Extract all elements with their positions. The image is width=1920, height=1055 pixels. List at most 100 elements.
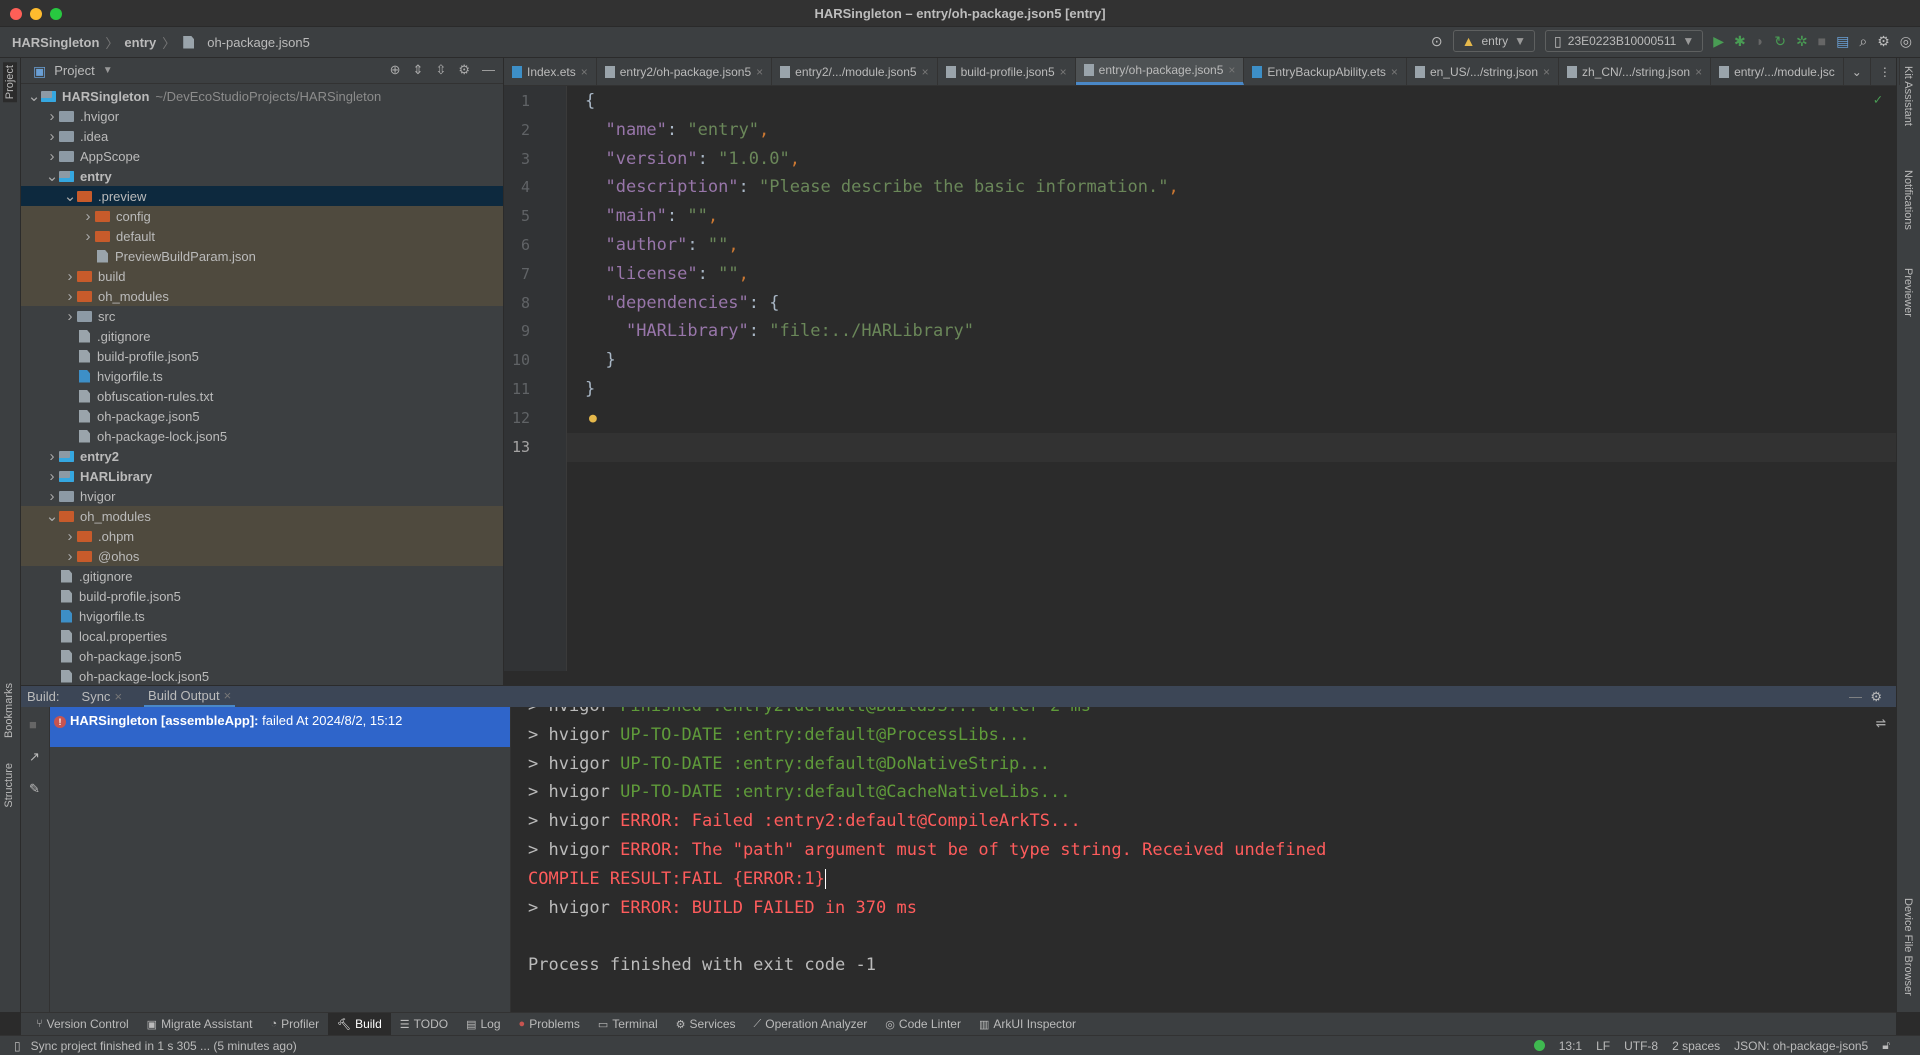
tree-item[interactable]: .gitignore [21, 326, 503, 346]
tree-item[interactable]: local.properties [21, 626, 503, 646]
chevron-right-icon[interactable]: › [45, 148, 59, 165]
tree-item[interactable]: ⌄ .preview [21, 186, 503, 206]
editor-tab[interactable]: entry/.../module.jsc [1711, 58, 1844, 85]
kit-assistant-button[interactable]: Kit Assistant [1902, 66, 1914, 126]
close-tab-icon[interactable]: × [756, 65, 763, 79]
chevron-down-icon[interactable]: ⌄ [27, 87, 41, 105]
chevron-right-icon[interactable]: › [63, 288, 77, 305]
health-indicator-icon[interactable] [1533, 1040, 1545, 1051]
tool-window-arkui-inspector[interactable]: ▥ ArkUI Inspector [970, 1013, 1085, 1036]
tree-item[interactable]: › .idea [21, 126, 503, 146]
tool-window-log[interactable]: ▤ Log [457, 1013, 509, 1036]
gear-icon[interactable]: ⚙ [1877, 34, 1890, 48]
gear-icon[interactable]: ⚙ [1870, 689, 1882, 705]
tree-item[interactable]: › oh_modules [21, 286, 503, 306]
intention-bulb-icon[interactable]: ● [589, 411, 597, 426]
status-message[interactable]: Sync project finished in 1 s 305 ... (5 … [31, 1039, 297, 1053]
hide-icon[interactable]: — [482, 62, 495, 78]
tree-item[interactable]: build-profile.json5 [21, 346, 503, 366]
tree-item[interactable]: oh-package-lock.json5 [21, 666, 503, 685]
rerun-icon[interactable]: ↻ [1774, 34, 1786, 48]
stop-icon[interactable]: ■ [1818, 34, 1826, 48]
tool-window-code-linter[interactable]: ◎ Code Linter [876, 1013, 970, 1036]
breadcrumb-file[interactable]: oh-package.json5 [207, 35, 310, 50]
gear-icon[interactable]: ⚙ [458, 62, 470, 78]
tree-item[interactable]: › HARLibrary [21, 466, 503, 486]
tree-item[interactable]: obfuscation-rules.txt [21, 386, 503, 406]
expand-all-icon[interactable]: ⇕ [413, 62, 424, 78]
open-in-editor-icon[interactable]: ↗ [29, 749, 40, 765]
chevron-down-icon[interactable]: ⌄ [45, 167, 59, 185]
pin-icon[interactable]: ✎ [29, 781, 40, 797]
editor-tab[interactable]: Index.ets × [504, 58, 597, 85]
project-structure-icon[interactable]: ▤ [1836, 34, 1849, 48]
tree-item[interactable]: › config [21, 206, 503, 226]
tree-item[interactable]: hvigorfile.ts [21, 366, 503, 386]
chevron-right-icon[interactable]: › [81, 208, 95, 225]
close-tab-icon[interactable]: × [922, 65, 929, 79]
chevron-down-icon[interactable]: ⌄ [45, 507, 59, 525]
tool-window-migrate-assistant[interactable]: ▣ Migrate Assistant [138, 1013, 262, 1036]
tool-window-profiler[interactable]: ◔ Profiler [261, 1013, 328, 1036]
previewer-button[interactable]: Previewer [1902, 268, 1914, 317]
caret-position[interactable]: 13:1 [1559, 1039, 1582, 1053]
close-tab-icon[interactable]: × [1228, 63, 1235, 77]
tool-window-services[interactable]: ⚙ Services [667, 1013, 745, 1036]
tree-item[interactable]: › .hvigor [21, 106, 503, 126]
tree-item[interactable]: ⌄ oh_modules [21, 506, 503, 526]
module-selector[interactable]: ▲ entry ▼ [1452, 30, 1536, 52]
tree-item[interactable]: oh-package.json5 [21, 646, 503, 666]
chevron-right-icon[interactable]: › [81, 228, 95, 245]
close-tab-icon[interactable]: × [1391, 65, 1398, 79]
run-icon[interactable]: ▶ [1713, 34, 1724, 48]
editor-tab[interactable]: zh_CN/.../string.json × [1559, 58, 1712, 85]
breadcrumb-project[interactable]: HARSingleton [12, 35, 99, 50]
file-encoding[interactable]: UTF-8 [1624, 1039, 1658, 1053]
chevron-right-icon[interactable]: › [63, 528, 77, 545]
editor-tab[interactable]: EntryBackupAbility.ets × [1244, 58, 1407, 85]
tree-item[interactable]: › hvigor [21, 486, 503, 506]
editor-tab[interactable]: entry2/.../module.json5 × [772, 58, 938, 85]
tree-item[interactable]: oh-package-lock.json5 [21, 426, 503, 446]
chevron-right-icon[interactable]: › [45, 448, 59, 465]
tool-window-terminal[interactable]: ▭ Terminal [589, 1013, 667, 1036]
project-view-selector[interactable]: Project [54, 63, 94, 78]
tree-item[interactable]: › entry2 [21, 446, 503, 466]
tool-window-todo[interactable]: ☰ TODO [391, 1013, 457, 1036]
tree-item[interactable]: › AppScope [21, 146, 503, 166]
close-tab-icon[interactable]: × [1543, 65, 1550, 79]
tab-build-output[interactable]: Build Output × [144, 686, 236, 708]
tree-item[interactable]: › default [21, 226, 503, 246]
tree-item[interactable]: › src [21, 306, 503, 326]
editor-tab[interactable]: en_US/.../string.json × [1407, 58, 1560, 85]
hide-icon[interactable]: — [1849, 689, 1862, 704]
line-separator[interactable]: LF [1596, 1039, 1610, 1053]
close-tab-icon[interactable]: × [1060, 65, 1067, 79]
indent-setting[interactable]: 2 spaces [1672, 1039, 1720, 1053]
close-tab-icon[interactable]: × [581, 65, 588, 79]
tree-item[interactable]: ⌄ HARSingleton ~/DevEcoStudioProjects/HARS… [21, 86, 503, 106]
chevron-right-icon[interactable]: › [63, 268, 77, 285]
chevron-right-icon[interactable]: › [63, 548, 77, 565]
device-file-browser-button[interactable]: Device File Browser [1902, 898, 1914, 996]
select-opened-file-icon[interactable]: ⊕ [390, 62, 401, 78]
device-selector[interactable]: ▯ 23E0223B10000511 ▼ [1545, 30, 1704, 52]
tree-item[interactable]: build-profile.json5 [21, 586, 503, 606]
chevron-right-icon[interactable]: › [45, 488, 59, 505]
close-tab-icon[interactable]: × [1695, 65, 1702, 79]
json-schema[interactable]: JSON: oh-package-json5 [1734, 1039, 1868, 1053]
stop-icon[interactable]: ■ [29, 717, 37, 732]
lock-icon[interactable]: 🔓︎ [1882, 1038, 1890, 1053]
chevron-down-icon[interactable]: ⌄ [63, 187, 77, 205]
tool-window-build[interactable]: 🔨︎ Build [328, 1012, 391, 1036]
tree-item[interactable]: › .ohpm [21, 526, 503, 546]
tree-item[interactable]: ⌄ entry [21, 166, 503, 186]
tool-window-operation-analyzer[interactable]: ⟋ Operation Analyzer [745, 1013, 877, 1036]
tabs-overflow-button[interactable]: ⌄ [1844, 58, 1871, 85]
profile-icon[interactable]: ◗ [1756, 34, 1764, 48]
no-problems-check-icon[interactable]: ✓ [1874, 92, 1882, 108]
editor-tab[interactable]: build-profile.json5 × [938, 58, 1076, 85]
tree-item[interactable]: hvigorfile.ts [21, 606, 503, 626]
tree-item[interactable]: › build [21, 266, 503, 286]
tree-item[interactable]: › @ohos [21, 546, 503, 566]
